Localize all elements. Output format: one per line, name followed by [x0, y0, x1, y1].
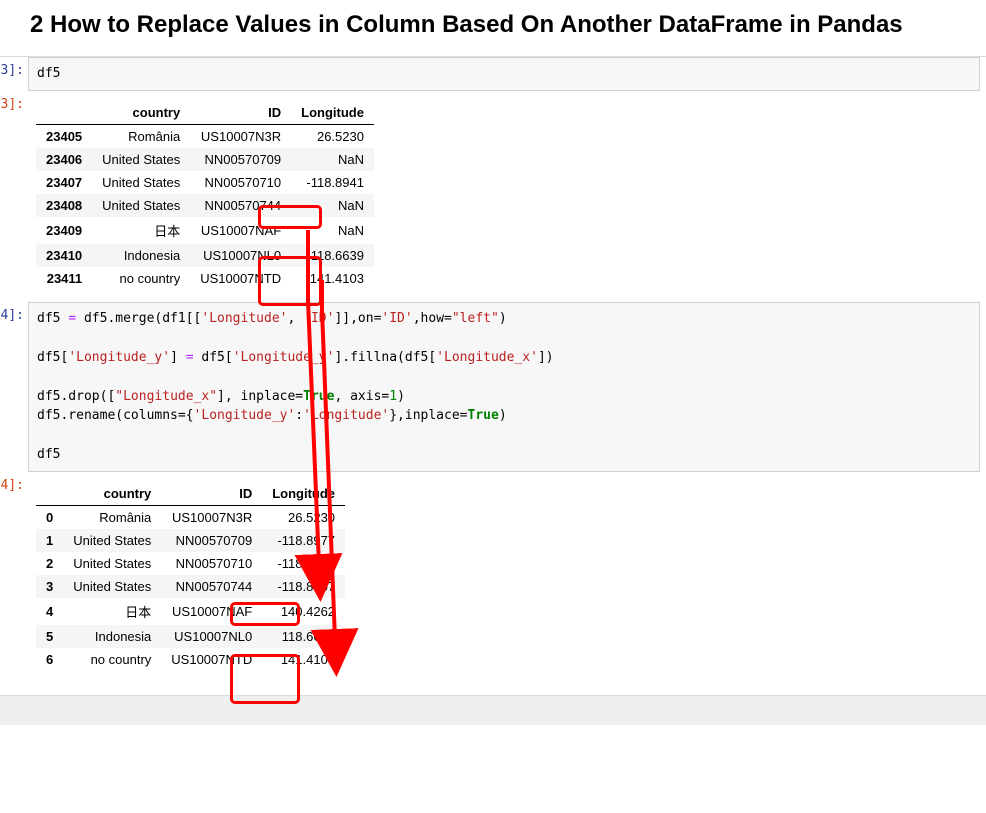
cell: NN00570710: [161, 552, 262, 575]
cell: România: [63, 505, 161, 529]
cell: Indonesia: [92, 244, 190, 267]
table-row: 0RomâniaUS10007N3R26.5230: [36, 505, 345, 529]
table-row: 23408United StatesNN00570744NaN: [36, 194, 374, 217]
row-index: 23405: [36, 124, 92, 148]
dataframe-table-1: countryIDLongitude23405RomâniaUS10007N3R…: [36, 101, 374, 290]
row-index: 0: [36, 505, 63, 529]
code-line: df5['Longitude_y'] = df5['Longitude_y'].…: [37, 350, 554, 365]
column-header: country: [63, 482, 161, 506]
row-index: 5: [36, 625, 63, 648]
table-row: 2United StatesNN00570710-118.8941: [36, 552, 345, 575]
cell: NaN: [291, 194, 374, 217]
row-index: 23408: [36, 194, 92, 217]
table-row: 23405RomâniaUS10007N3R26.5230: [36, 124, 374, 148]
cell: Indonesia: [63, 625, 161, 648]
column-header: ID: [190, 101, 291, 125]
cell: România: [92, 124, 190, 148]
table-row: 3United StatesNN00570744-118.8957: [36, 575, 345, 598]
cell: US10007NTD: [190, 267, 291, 290]
cell: US10007NAF: [190, 217, 291, 244]
row-index: 23406: [36, 148, 92, 171]
cell: NN00570744: [161, 575, 262, 598]
table-row: 23407United StatesNN00570710-118.8941: [36, 171, 374, 194]
cell: US10007N3R: [161, 505, 262, 529]
cell: -118.8941: [291, 171, 374, 194]
output-prompt: 4]:: [0, 472, 28, 499]
section-heading: 2 How to Replace Values in Column Based …: [0, 0, 986, 50]
table-row: 23406United StatesNN00570709NaN: [36, 148, 374, 171]
code-line: df5: [37, 447, 60, 462]
table-row: 23411no countryUS10007NTD141.4103: [36, 267, 374, 290]
table-row: 4日本US10007NAF140.4262: [36, 598, 345, 625]
cell: 141.4103: [262, 648, 345, 671]
input-cell-4: 4]: df5 = df5.merge(df1[['Longitude', 'I…: [0, 302, 986, 472]
dataframe-table-2: countryIDLongitude0RomâniaUS10007N3R26.5…: [36, 482, 345, 671]
cell: United States: [63, 575, 161, 598]
cell: NN00570744: [190, 194, 291, 217]
row-index: 3: [36, 575, 63, 598]
code-input[interactable]: df5: [28, 57, 980, 91]
cell: no country: [63, 648, 161, 671]
cell: -118.8941: [262, 552, 345, 575]
cell: NN00570709: [161, 529, 262, 552]
code-line: df5.rename(columns={'Longitude_y':'Longi…: [37, 408, 507, 423]
input-prompt: 4]:: [0, 302, 28, 329]
cell: no country: [92, 267, 190, 290]
row-index: 23410: [36, 244, 92, 267]
cell: -118.8977: [262, 529, 345, 552]
table-row: 5IndonesiaUS10007NL0118.6639: [36, 625, 345, 648]
cell: 118.6639: [262, 625, 345, 648]
cell: NN00570710: [190, 171, 291, 194]
cell: US10007NTD: [161, 648, 262, 671]
cell: US10007NL0: [190, 244, 291, 267]
column-header: Longitude: [291, 101, 374, 125]
cell: 118.6639: [291, 244, 374, 267]
cell: United States: [92, 148, 190, 171]
output-cell-4: 4]: countryIDLongitude0RomâniaUS10007N3R…: [0, 472, 986, 683]
cell: NN00570709: [190, 148, 291, 171]
output-area: countryIDLongitude0RomâniaUS10007N3R26.5…: [28, 472, 986, 683]
row-index: 23411: [36, 267, 92, 290]
output-area: countryIDLongitude23405RomâniaUS10007N3R…: [28, 91, 986, 302]
code-text: df5: [37, 66, 60, 81]
column-header: Longitude: [262, 482, 345, 506]
table-row: 6no countryUS10007NTD141.4103: [36, 648, 345, 671]
cell: United States: [92, 171, 190, 194]
row-index: 1: [36, 529, 63, 552]
row-index: 4: [36, 598, 63, 625]
cell: NaN: [291, 217, 374, 244]
footer-band: [0, 695, 986, 725]
output-prompt: 3]:: [0, 91, 28, 118]
cell: US10007N3R: [190, 124, 291, 148]
input-prompt: 3]:: [0, 57, 28, 84]
cell: United States: [92, 194, 190, 217]
cell: US10007NAF: [161, 598, 262, 625]
notebook-overlay: 2 How to Replace Values in Column Based …: [0, 0, 986, 725]
column-header: ID: [161, 482, 262, 506]
row-index: 2: [36, 552, 63, 575]
code-line: df5.drop(["Longitude_x"], inplace=True, …: [37, 389, 405, 404]
row-index: 6: [36, 648, 63, 671]
cell: NaN: [291, 148, 374, 171]
row-index: 23407: [36, 171, 92, 194]
cell: 140.4262: [262, 598, 345, 625]
cell: 日本: [63, 598, 161, 625]
cell: -118.8957: [262, 575, 345, 598]
cell: United States: [63, 529, 161, 552]
cell: 26.5230: [291, 124, 374, 148]
table-row: 23410IndonesiaUS10007NL0118.6639: [36, 244, 374, 267]
column-header: country: [92, 101, 190, 125]
code-input[interactable]: df5 = df5.merge(df1[['Longitude', 'ID']]…: [28, 302, 980, 472]
cell: 26.5230: [262, 505, 345, 529]
table-row: 23409日本US10007NAFNaN: [36, 217, 374, 244]
code-line: df5 = df5.merge(df1[['Longitude', 'ID']]…: [37, 311, 507, 326]
cell: 日本: [92, 217, 190, 244]
table-row: 1United StatesNN00570709-118.8977: [36, 529, 345, 552]
output-cell-3: 3]: countryIDLongitude23405RomâniaUS1000…: [0, 91, 986, 302]
cell: US10007NL0: [161, 625, 262, 648]
cell: United States: [63, 552, 161, 575]
input-cell-3: 3]: df5: [0, 57, 986, 91]
row-index: 23409: [36, 217, 92, 244]
cell: 141.4103: [291, 267, 374, 290]
